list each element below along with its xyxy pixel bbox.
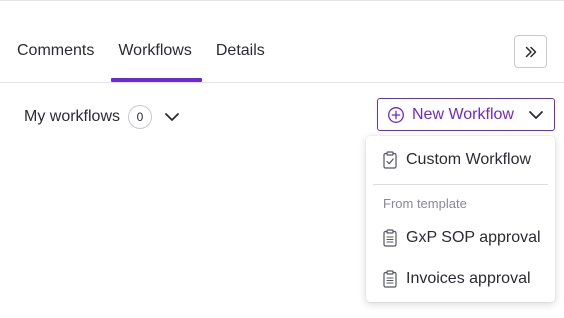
- menu-group-label: From template: [383, 196, 467, 211]
- chevron-down-icon: [528, 107, 544, 125]
- menu-item-label: GxP SOP approval: [406, 229, 541, 246]
- tab-label: Workflows: [118, 42, 192, 59]
- new-workflow-label: New Workflow: [412, 105, 514, 123]
- tab-label: Comments: [17, 42, 95, 59]
- menu-item-custom-workflow[interactable]: Custom Workflow: [366, 144, 555, 176]
- menu-item-gxp-sop-approval[interactable]: GxP SOP approval: [366, 222, 555, 254]
- clipboard-check-icon: [383, 151, 397, 169]
- my-workflows-label: My workflows: [24, 108, 121, 125]
- menu-item-invoices-approval[interactable]: Invoices approval: [366, 263, 555, 295]
- tabs-divider: [0, 82, 564, 83]
- tab-label: Details: [215, 42, 265, 59]
- tab-comments[interactable]: Comments: [0, 34, 106, 82]
- top-divider: [0, 0, 564, 1]
- tab-bar: Comments Workflows Details: [0, 34, 277, 82]
- tab-workflows[interactable]: Workflows: [106, 34, 204, 82]
- expand-panel-button[interactable]: [514, 35, 547, 68]
- chevron-down-icon[interactable]: [162, 107, 182, 127]
- plus-circle-icon: [387, 106, 405, 124]
- double-chevron-right-icon: [524, 45, 538, 59]
- new-workflow-button[interactable]: New Workflow: [377, 98, 555, 131]
- menu-item-label: Invoices approval: [406, 270, 531, 287]
- clipboard-list-icon: [383, 270, 397, 288]
- menu-separator: [373, 184, 548, 185]
- clipboard-list-icon: [383, 229, 397, 247]
- workflow-count-badge: 0: [128, 105, 153, 129]
- tab-details[interactable]: Details: [204, 34, 277, 82]
- my-workflows-filter: My workflows 0: [24, 104, 182, 130]
- new-workflow-dropdown-menu: Custom Workflow From template GxP SOP ap…: [366, 136, 555, 302]
- menu-item-label: Custom Workflow: [406, 151, 532, 168]
